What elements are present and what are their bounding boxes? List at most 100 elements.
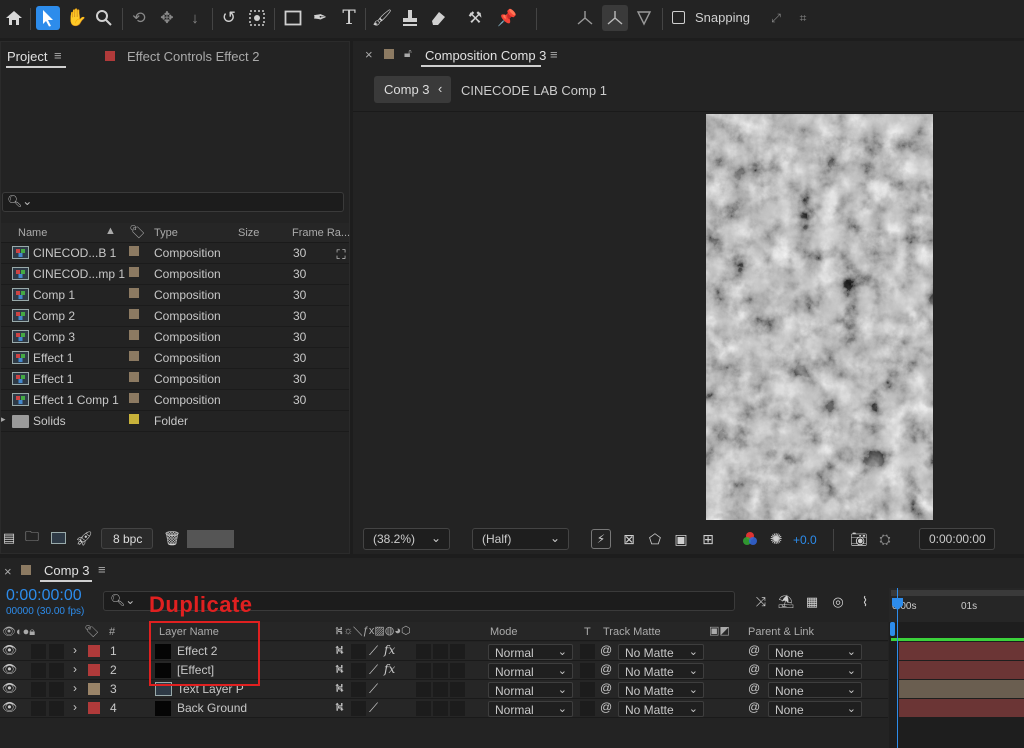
- fast-previews-icon[interactable]: ⚡︎: [591, 529, 611, 549]
- col-track-matte[interactable]: Track Matte: [603, 626, 661, 638]
- interpret-footage-icon[interactable]: ▤: [1, 529, 17, 547]
- av-features-icon[interactable]: 👁︎◐●🔒︎: [2, 625, 35, 639]
- label-color-swatch[interactable]: [129, 414, 139, 424]
- track-matte-pickwhip-icon[interactable]: @: [600, 643, 612, 657]
- tab-composition[interactable]: Composition Comp 3: [425, 48, 546, 63]
- label-color-swatch[interactable]: [129, 372, 139, 382]
- lock-icon[interactable]: 🔓︎: [404, 46, 412, 61]
- type-tool-icon[interactable]: T: [337, 5, 361, 29]
- eye-icon[interactable]: 👁︎: [2, 700, 17, 714]
- reset-exposure-icon[interactable]: ✺: [766, 529, 786, 549]
- project-item[interactable]: CINECOD...B 1 Composition 30: [1, 243, 349, 264]
- rectangle-tool-icon[interactable]: [282, 7, 304, 29]
- audio-toggle[interactable]: [31, 644, 46, 659]
- exposure-value[interactable]: +0.0: [793, 533, 817, 547]
- panel-menu-icon[interactable]: ≡: [54, 48, 62, 63]
- layer-row[interactable]: 👁︎ › 4 Back Ground ⛕ ⟋ Normal ⌄ @ No Matte ⌄ @ None ⌄: [0, 699, 888, 718]
- selection-tool-icon[interactable]: [36, 6, 60, 30]
- tab-timeline-comp[interactable]: Comp 3: [44, 563, 90, 578]
- project-item[interactable]: Effect 1 Comp 1 Composition 30: [1, 390, 349, 411]
- frame-blend-switch[interactable]: [416, 644, 431, 659]
- preserve-transparency-toggle[interactable]: [580, 663, 595, 678]
- track-matte-dropdown[interactable]: No Matte ⌄: [618, 701, 704, 717]
- collapse-switch[interactable]: [351, 644, 366, 659]
- orbit-camera-icon[interactable]: ⟲: [128, 7, 150, 29]
- playhead-line[interactable]: [897, 588, 898, 748]
- magnification-dropdown[interactable]: (38.2%) ⌄: [363, 528, 450, 550]
- layer-label-swatch[interactable]: [88, 664, 100, 676]
- collapse-switch[interactable]: [351, 701, 366, 716]
- puppet-tool-icon[interactable]: 📌: [496, 7, 518, 29]
- view-axis-icon[interactable]: [633, 7, 655, 29]
- label-color-swatch[interactable]: [129, 246, 139, 256]
- effects-switch-icon[interactable]: fx: [384, 662, 395, 676]
- breadcrumb-comp-3[interactable]: Comp 3 ‹: [374, 76, 451, 103]
- layer-duration-bar[interactable]: [899, 699, 1024, 717]
- shy-switch-icon[interactable]: ⛕: [335, 643, 344, 659]
- project-item[interactable]: CINECOD...mp 1 Composition 30: [1, 264, 349, 285]
- track-matte-dropdown[interactable]: No Matte ⌄: [618, 663, 704, 679]
- snap-features-icon[interactable]: ⌗: [793, 7, 813, 29]
- parent-pickwhip-icon[interactable]: @: [748, 662, 760, 676]
- solo-toggle[interactable]: [49, 701, 64, 716]
- sort-up-icon[interactable]: ▲: [105, 225, 116, 237]
- show-snapshot-icon[interactable]: ⛭: [875, 529, 895, 549]
- col-size[interactable]: Size: [238, 227, 259, 239]
- layer-name[interactable]: Back Ground: [177, 701, 247, 715]
- track-matte-pickwhip-icon[interactable]: @: [600, 700, 612, 714]
- adjustment-switch[interactable]: [450, 682, 465, 697]
- col-number[interactable]: #: [109, 626, 115, 638]
- shy-switch-icon[interactable]: ⛕: [335, 700, 344, 716]
- eye-icon[interactable]: 👁︎: [2, 681, 17, 695]
- brush-tool-icon[interactable]: 🖌: [371, 7, 393, 29]
- current-time-display[interactable]: 0:00:00:00: [919, 528, 995, 550]
- preserve-transparency-toggle[interactable]: [580, 644, 595, 659]
- mask-visibility-icon[interactable]: ⬠: [645, 529, 665, 549]
- track-matte-dropdown[interactable]: No Matte ⌄: [618, 682, 704, 698]
- shy-switch-icon[interactable]: ⛕: [335, 681, 344, 697]
- motion-blur-switch[interactable]: [433, 663, 448, 678]
- work-area-start-handle[interactable]: [890, 622, 895, 636]
- col-mode[interactable]: Mode: [490, 626, 518, 638]
- zoom-tool-icon[interactable]: [93, 7, 115, 29]
- pan-camera-icon[interactable]: ✥: [156, 7, 178, 29]
- tab-project[interactable]: Project: [7, 49, 47, 64]
- panel-menu-icon[interactable]: ≡: [550, 47, 558, 62]
- expand-arrow-icon[interactable]: ▸: [1, 414, 6, 425]
- parent-pickwhip-icon[interactable]: @: [748, 700, 760, 714]
- switches-icons[interactable]: ⛕☼⟍ƒx▨◍◕⬡: [335, 624, 411, 639]
- parent-link-dropdown[interactable]: None ⌄: [768, 644, 862, 660]
- label-color-swatch[interactable]: [129, 330, 139, 340]
- col-name[interactable]: Name: [18, 227, 47, 239]
- project-search-input[interactable]: 🔍︎⌄: [2, 192, 344, 212]
- frame-blend-switch[interactable]: [416, 663, 431, 678]
- solo-toggle[interactable]: [49, 682, 64, 697]
- new-composition-icon[interactable]: [49, 529, 67, 547]
- project-item[interactable]: Effect 1 Composition 30: [1, 348, 349, 369]
- layer-label-swatch[interactable]: [88, 683, 100, 695]
- resolution-dropdown[interactable]: (Half) ⌄: [472, 528, 569, 550]
- blend-mode-dropdown[interactable]: Normal ⌄: [488, 682, 573, 698]
- trash-icon[interactable]: 🗑: [163, 529, 181, 547]
- flowchart-icon[interactable]: ⛶: [333, 247, 349, 263]
- pen-tool-icon[interactable]: ✒: [309, 7, 331, 29]
- col-type[interactable]: Type: [154, 227, 178, 239]
- panel-menu-icon[interactable]: ≡: [98, 562, 106, 577]
- preserve-transparency-toggle[interactable]: [580, 682, 595, 697]
- project-item[interactable]: ▸ Solids Folder: [1, 411, 349, 432]
- render-queue-icon[interactable]: 🚀︎: [75, 529, 93, 547]
- label-color-swatch[interactable]: [129, 393, 139, 403]
- quality-switch-icon[interactable]: ⟋: [369, 700, 378, 716]
- collapse-switch[interactable]: [351, 682, 366, 697]
- motion-blur-switch[interactable]: [433, 644, 448, 659]
- close-tab-icon[interactable]: ×: [365, 47, 373, 62]
- audio-toggle[interactable]: [31, 682, 46, 697]
- bpc-button[interactable]: 8 bpc: [101, 528, 153, 549]
- adjustment-switch[interactable]: [450, 644, 465, 659]
- layer-duration-bar[interactable]: [899, 642, 1024, 660]
- parent-link-dropdown[interactable]: None ⌄: [768, 701, 862, 717]
- col-frame-rate[interactable]: Frame Ra...: [292, 227, 350, 239]
- home-icon[interactable]: [4, 8, 24, 28]
- layer-duration-bar[interactable]: [899, 661, 1024, 679]
- project-item[interactable]: Comp 2 Composition 30: [1, 306, 349, 327]
